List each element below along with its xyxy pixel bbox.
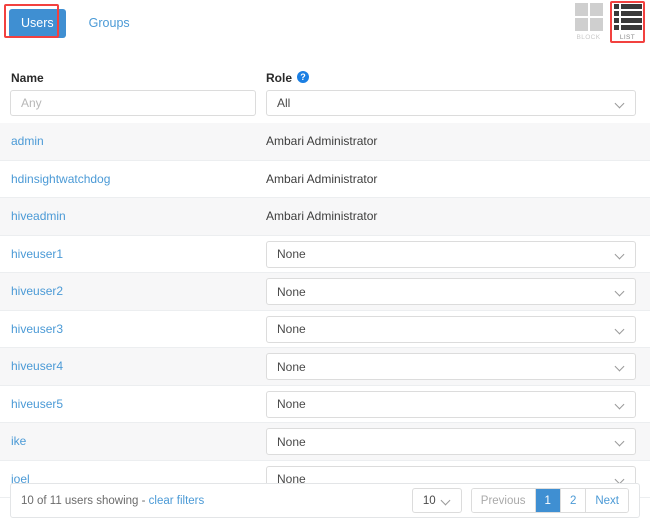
filter-row: All	[0, 90, 650, 117]
clear-filters-link[interactable]: clear filters	[149, 495, 205, 507]
chevron-down-icon	[616, 400, 625, 409]
user-name-link[interactable]: hdinsightwatchdog	[11, 172, 110, 186]
user-name-link[interactable]: hiveuser4	[11, 359, 63, 373]
user-role-value: None	[277, 247, 306, 261]
user-name-link[interactable]: hiveuser5	[11, 397, 63, 411]
user-role-text: Ambari Administrator	[266, 209, 378, 224]
user-role-text: Ambari Administrator	[266, 171, 378, 186]
table-row: hiveuser5 None	[0, 385, 650, 423]
view-mode-block-label: BLOCK	[576, 34, 601, 41]
results-count-text: 10 of 11 users showing -	[21, 494, 149, 507]
chevron-down-icon	[442, 496, 451, 505]
chevron-down-icon	[616, 437, 625, 446]
top-bar: Users Groups BLOCK LIST	[0, 0, 650, 52]
chevron-down-icon	[616, 250, 625, 259]
chevron-down-icon	[616, 99, 625, 108]
user-name-link[interactable]: hiveuser2	[11, 284, 63, 298]
tab-users-label: Users	[21, 16, 54, 30]
column-headers: Name Role ?	[0, 71, 650, 89]
user-role-select[interactable]: None	[266, 390, 636, 418]
user-role-select[interactable]: None	[266, 278, 636, 305]
pager-page-2-label: 2	[569, 494, 577, 507]
table-row: ike None	[0, 423, 650, 461]
user-role-select[interactable]: None	[266, 428, 636, 455]
users-table: admin Ambari Administrator hdinsightwatc…	[0, 123, 650, 498]
list-rows-icon	[613, 3, 642, 31]
role-filter-select[interactable]: All	[266, 90, 636, 116]
user-role-select[interactable]: None	[266, 353, 636, 380]
table-row: hiveadmin Ambari Administrator	[0, 198, 650, 236]
user-name-link[interactable]: ike	[11, 434, 26, 448]
results-status: 10 of 11 users showing - clear filters	[21, 495, 204, 507]
view-mode-toggle: BLOCK LIST	[573, 3, 643, 41]
help-question-icon[interactable]: ?	[297, 71, 309, 83]
user-name-link[interactable]: admin	[11, 134, 44, 148]
table-row: hiveuser3 None	[0, 310, 650, 348]
chevron-down-icon	[616, 325, 625, 334]
user-role-value: None	[277, 359, 306, 374]
user-name-link[interactable]: hiveadmin	[11, 209, 66, 223]
table-row: admin Ambari Administrator	[0, 123, 650, 161]
tab-bar: Users Groups	[9, 9, 142, 38]
pager-next[interactable]: Next	[586, 489, 628, 512]
pager-page-1[interactable]: 1	[535, 489, 561, 512]
chevron-down-icon	[616, 287, 625, 296]
user-role-select[interactable]: None	[266, 315, 636, 343]
view-mode-block[interactable]: BLOCK	[573, 3, 604, 41]
pager-page-1-label: 1	[544, 494, 551, 507]
tab-groups[interactable]: Groups	[77, 9, 142, 38]
block-grid-icon	[574, 3, 603, 31]
chevron-down-icon	[616, 362, 625, 371]
page-size-value: 10	[422, 494, 436, 507]
table-row: hiveuser2 None	[0, 273, 650, 311]
tab-groups-label: Groups	[88, 16, 130, 30]
user-role-value: None	[277, 434, 306, 449]
view-mode-list-label: LIST	[619, 34, 636, 41]
pagination-controls: 10 Previous 1 2 Next	[411, 488, 629, 513]
role-filter-value: All	[277, 96, 291, 110]
column-header-name: Name	[11, 71, 44, 85]
pager-previous[interactable]: Previous	[471, 489, 536, 512]
table-row: hiveuser1 None	[0, 235, 650, 273]
pager: Previous 1 2 Next	[470, 488, 629, 513]
pager-page-2[interactable]: 2	[560, 489, 587, 512]
column-header-role: Role	[266, 71, 293, 85]
name-filter-input[interactable]	[10, 90, 256, 116]
user-role-select[interactable]: None	[266, 240, 636, 268]
user-name-link[interactable]: hiveuser1	[11, 247, 63, 261]
table-footer: 10 of 11 users showing - clear filters 1…	[10, 483, 640, 518]
pager-previous-label: Previous	[480, 494, 526, 507]
users-management-page: Users Groups BLOCK LIST Name Role ? Any …	[0, 0, 650, 525]
page-size-select[interactable]: 10	[411, 488, 462, 513]
view-mode-list[interactable]: LIST	[612, 3, 643, 41]
user-role-value: None	[277, 397, 306, 411]
user-role-text: Ambari Administrator	[266, 134, 378, 149]
pager-next-label: Next	[595, 494, 619, 507]
user-role-value: None	[277, 322, 306, 336]
user-name-link[interactable]: hiveuser3	[11, 322, 63, 336]
table-row: hdinsightwatchdog Ambari Administrator	[0, 160, 650, 198]
table-row: hiveuser4 None	[0, 348, 650, 386]
user-role-value: None	[277, 284, 306, 299]
tab-users[interactable]: Users	[9, 9, 66, 38]
